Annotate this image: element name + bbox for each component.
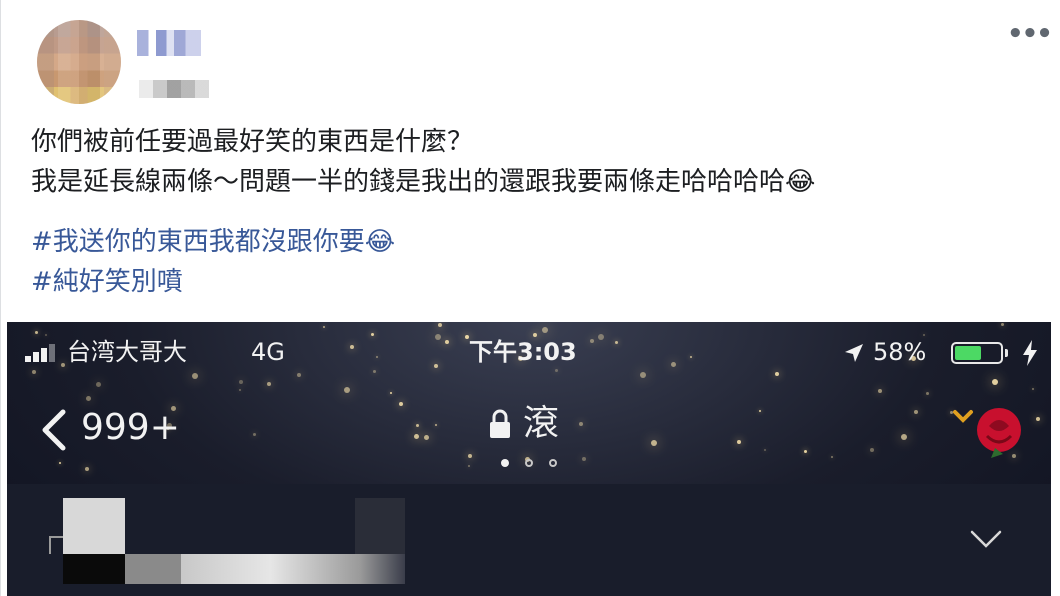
sparkle-dot <box>373 370 376 373</box>
expand-chevron-icon[interactable] <box>969 528 1003 550</box>
battery-icon <box>951 342 1003 364</box>
hashtag-line-1: #我送你的東西我都沒跟你要😂 <box>31 222 1031 262</box>
page-dot <box>549 459 557 467</box>
hashtag-link[interactable]: #我送你的東西我都沒跟你要 <box>31 227 365 257</box>
sparkle-dot <box>1001 323 1004 326</box>
laughing-emoji-icon: 😂 <box>364 227 396 257</box>
charging-icon <box>1023 340 1037 366</box>
location-icon <box>845 344 863 362</box>
back-chevron-icon[interactable] <box>37 408 71 452</box>
sparkle-dot <box>267 382 271 386</box>
lock-icon <box>490 409 510 438</box>
rose-icon[interactable] <box>947 402 1027 462</box>
hashtag-line-2: #純好笑別噴 <box>31 262 1031 302</box>
redaction-block <box>355 498 405 554</box>
chat-nav-bar: 999+ 滾 <box>7 394 1051 474</box>
post-card: ••• 你們被前任要過最好笑的東西是什麼？ 我是延長線兩條～問題一半的錢是我出的… <box>0 0 1060 596</box>
page-indicator <box>497 456 567 470</box>
laughing-emoji-icon: 😂 <box>785 167 816 197</box>
hashtag-list: #我送你的東西我都沒跟你要😂 #純好笑別噴 <box>31 222 1031 302</box>
redaction-block <box>181 554 405 584</box>
post-line-2-text: 我是延長線兩條～問題一半的錢是我出的還跟我要兩條走哈哈哈哈 <box>31 167 786 197</box>
sparkle-dot <box>438 323 442 327</box>
more-options-button[interactable]: ••• <box>1007 21 1053 47</box>
signal-icon <box>25 344 55 362</box>
back-unread-count[interactable]: 999+ <box>81 406 180 450</box>
author-name-redacted[interactable] <box>137 30 201 56</box>
network-type: 4G <box>251 338 285 366</box>
redaction-block <box>63 554 125 584</box>
sparkle-dot <box>878 389 882 393</box>
page-dot <box>501 459 509 467</box>
sparkle-dot <box>96 382 101 387</box>
post-line-1: 你們被前任要過最好笑的東西是什麼？ <box>31 127 474 157</box>
sparkle-dot <box>297 373 301 377</box>
sparkle-dot <box>192 373 198 379</box>
sparkle-dot <box>640 372 646 378</box>
hashtag-link[interactable]: #純好笑別噴 <box>31 267 183 297</box>
page-dot <box>525 459 533 467</box>
sparkle-dot <box>323 326 325 328</box>
chat-title: 滾 <box>523 403 560 444</box>
redaction-block <box>63 498 125 554</box>
avatar[interactable] <box>37 20 121 104</box>
status-time: 下午3:03 <box>469 338 577 366</box>
sparkle-dot <box>1032 388 1034 390</box>
sparkle-dot <box>775 372 779 376</box>
sparkle-dot <box>992 379 998 385</box>
battery-percent: 58% <box>873 338 927 366</box>
sparkle-dot <box>542 327 548 333</box>
status-bar: 台湾大哥大 4G 下午3:03 58% <box>7 334 1051 370</box>
sparkle-dot <box>32 370 36 374</box>
chat-content-area <box>7 484 1051 596</box>
sparkle-dot <box>239 389 241 391</box>
battery-tip <box>1005 349 1008 357</box>
post-timestamp-redacted[interactable] <box>139 80 209 98</box>
carrier-name: 台湾大哥大 <box>67 338 187 366</box>
post-line-2: 我是延長線兩條～問題一半的錢是我出的還跟我要兩條走哈哈哈哈😂 <box>31 162 1031 202</box>
redaction-block <box>125 554 181 584</box>
more-icon: ••• <box>1007 19 1053 49</box>
sparkle-dot <box>239 380 243 384</box>
redaction-block <box>49 536 63 554</box>
battery-level-fill <box>955 346 981 360</box>
post-body: 你們被前任要過最好笑的東西是什麼？ 我是延長線兩條～問題一半的錢是我出的還跟我要… <box>31 122 1031 202</box>
embedded-phone-screenshot[interactable]: 台湾大哥大 4G 下午3:03 58% 999+ 滾 <box>7 322 1051 596</box>
sparkle-dot <box>344 387 350 393</box>
